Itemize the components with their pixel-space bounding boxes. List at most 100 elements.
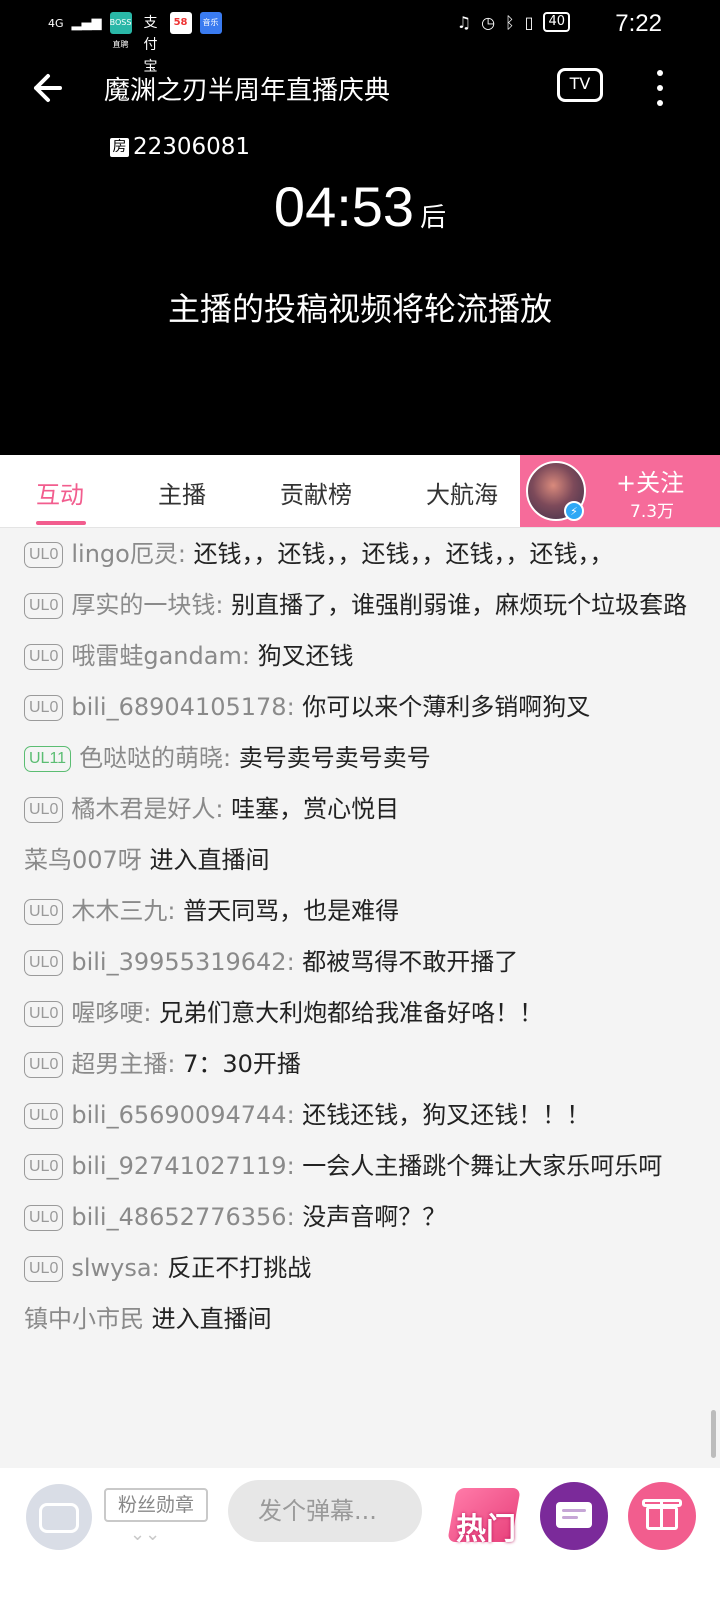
tv-cast-icon[interactable]: TV bbox=[557, 68, 603, 102]
headset-icon: ♫ bbox=[456, 12, 472, 32]
tab-contribution-rank[interactable]: 贡献榜 bbox=[280, 475, 352, 510]
network-indicator: 4G bbox=[48, 16, 64, 30]
chat-username[interactable]: bili_65690094744: bbox=[71, 1101, 294, 1129]
chat-scrollbar[interactable] bbox=[711, 1410, 716, 1458]
user-level-badge: UL0 bbox=[24, 1103, 64, 1129]
replay-notice: 主播的投稿视频将轮流播放 bbox=[167, 290, 552, 328]
alipay-app-icon: 支付宝 bbox=[143, 15, 158, 75]
lightning-icon: ⚡ bbox=[564, 501, 584, 521]
chat-text: 普天同骂，也是难得 bbox=[183, 897, 400, 925]
user-level-badge: UL11 bbox=[24, 746, 72, 772]
status-left: 4G ▂▄▆ BOSS直聘 支付宝 58 音乐 bbox=[48, 12, 222, 75]
gift-button[interactable] bbox=[628, 1482, 696, 1550]
bilibili-tv-icon[interactable] bbox=[26, 1484, 92, 1550]
room-id-value: 22306081 bbox=[133, 134, 251, 160]
chat-username[interactable]: 木木三九: bbox=[71, 897, 175, 925]
countdown-time: 04:53 bbox=[273, 175, 415, 238]
bluetooth-icon: ᛒ bbox=[505, 12, 515, 32]
user-level-badge: UL0 bbox=[24, 1205, 64, 1231]
chat-username[interactable]: 超男主播: bbox=[71, 1050, 175, 1078]
user-level-badge: UL0 bbox=[24, 593, 64, 619]
chat-message[interactable]: UL0 lingo厄灵: 还钱，，还钱，，还钱，，还钱，，还钱，， bbox=[24, 528, 694, 585]
chat-username[interactable]: 哦雷蛙gandam: bbox=[71, 642, 250, 670]
chat-text: 一会人主播跳个舞让大家乐呵乐呵 bbox=[302, 1152, 663, 1180]
chat-message[interactable]: UL0 bili_68904105178: 你可以来个薄利多销啊狗叉 bbox=[24, 687, 694, 738]
chat-message[interactable]: UL0 木木三九: 普天同骂，也是难得 bbox=[24, 891, 694, 942]
chat-message[interactable]: UL0 喔哆哽: 兄弟们意大利炮都给我准备好咯！！ bbox=[24, 993, 694, 1044]
user-level-badge: UL0 bbox=[24, 899, 64, 925]
tab-bar: 互动 主播 贡献榜 大航海 ⚡ +关注 7.3万 bbox=[0, 455, 720, 528]
chat-username[interactable]: slwysa: bbox=[71, 1254, 159, 1282]
chat-message[interactable]: 镇中小市民 进入直播间 bbox=[24, 1299, 694, 1350]
chat-button[interactable] bbox=[540, 1482, 608, 1550]
chat-message[interactable]: UL11 色哒哒的萌晓: 卖号卖号卖号卖号 bbox=[24, 738, 694, 789]
alarm-icon: ◷ bbox=[481, 12, 496, 32]
chat-list[interactable]: UL0 lingo厄灵: 还钱，，还钱，，还钱，，还钱，，还钱，， UL0 厚实的一块… bbox=[0, 528, 720, 1468]
follow-label: +关注 bbox=[616, 469, 685, 497]
chat-message[interactable]: UL0 橘木君是好人: 哇塞，赏心悦目 bbox=[24, 789, 694, 840]
tab-guard[interactable]: 大航海 bbox=[426, 475, 498, 510]
chat-message[interactable]: UL0 厚实的一块钱: 别直播了，谁强削弱谁，麻烦玩个垃圾套路 bbox=[24, 585, 694, 636]
follow-button[interactable]: ⚡ +关注 7.3万 bbox=[520, 455, 720, 527]
user-level-badge: UL0 bbox=[24, 1256, 64, 1282]
chat-username[interactable]: lingo厄灵: bbox=[71, 540, 186, 568]
user-level-badge: UL0 bbox=[24, 1001, 64, 1027]
video-player[interactable]: 4G ▂▄▆ BOSS直聘 支付宝 58 音乐 ♫ ◷ ᛒ ▯ 40 7:22 … bbox=[0, 0, 720, 455]
status-time: 7:22 bbox=[615, 10, 662, 37]
chat-text: 哇塞，赏心悦目 bbox=[231, 795, 400, 823]
music-app-icon: 音乐 bbox=[199, 12, 222, 34]
status-bar: 4G ▂▄▆ BOSS直聘 支付宝 58 音乐 ♫ ◷ ᛒ ▯ 40 7:22 bbox=[0, 0, 720, 75]
chat-message[interactable]: UL0 bili_65690094744: 还钱还钱，狗叉还钱！！！ bbox=[24, 1095, 694, 1146]
back-arrow-icon[interactable] bbox=[30, 68, 66, 108]
hot-label: 热门 bbox=[456, 1512, 516, 1547]
chat-text: 7：30开播 bbox=[183, 1050, 301, 1078]
active-tab-indicator bbox=[36, 521, 86, 525]
chat-text: 卖号卖号卖号卖号 bbox=[238, 744, 431, 772]
chat-username[interactable]: 菜鸟007呀 bbox=[24, 846, 142, 874]
user-level-badge: UL0 bbox=[24, 644, 64, 670]
chat-username[interactable]: 镇中小市民 bbox=[24, 1305, 144, 1333]
chat-text: 还钱，，还钱，，还钱，，还钱，，还钱，， bbox=[193, 540, 614, 568]
signal-icon: ▂▄▆ bbox=[71, 15, 102, 31]
fan-medal-button[interactable]: 粉丝勋章 bbox=[104, 1488, 208, 1522]
danmaku-input[interactable]: 发个弹幕... bbox=[228, 1480, 422, 1542]
chat-message[interactable]: UL0 超男主播: 7：30开播 bbox=[24, 1044, 694, 1095]
room-icon: 房 bbox=[110, 137, 129, 157]
chat-message[interactable]: UL0 bili_39955319642: 都被骂得不敢开播了 bbox=[24, 942, 694, 993]
user-level-badge: UL0 bbox=[24, 1154, 64, 1180]
room-id: 房 22306081 bbox=[110, 134, 250, 160]
chat-message[interactable]: UL0 哦雷蛙gandam: 狗叉还钱 bbox=[24, 636, 694, 687]
chat-message[interactable]: UL0 slwysa: 反正不打挑战 bbox=[24, 1248, 694, 1299]
tab-interaction[interactable]: 互动 bbox=[36, 475, 84, 510]
live-title: 魔渊之刃半周年直播庆典 bbox=[104, 76, 391, 106]
chat-username[interactable]: bili_39955319642: bbox=[71, 948, 294, 976]
hot-button[interactable]: 热门 bbox=[446, 1474, 522, 1554]
user-level-badge: UL0 bbox=[24, 542, 64, 568]
chat-username[interactable]: 橘木君是好人: bbox=[71, 795, 223, 823]
chat-text: 反正不打挑战 bbox=[167, 1254, 312, 1282]
chat-text: 都被骂得不敢开播了 bbox=[302, 948, 519, 976]
chat-text: 你可以来个薄利多销啊狗叉 bbox=[302, 693, 591, 721]
chat-message[interactable]: UL0 bili_92741027119: 一会人主播跳个舞让大家乐呵乐呵 bbox=[24, 1146, 694, 1197]
chat-text: 别直播了，谁强削弱谁，麻烦玩个垃圾套路 bbox=[231, 591, 688, 619]
chat-text: 没声音啊？？ bbox=[302, 1203, 447, 1231]
tab-streamer[interactable]: 主播 bbox=[158, 475, 206, 510]
chat-username[interactable]: 喔哆哽: bbox=[71, 999, 151, 1027]
chat-bubble-icon bbox=[556, 1502, 592, 1528]
chat-text: 进入直播间 bbox=[149, 846, 270, 874]
chat-message[interactable]: 菜鸟007呀 进入直播间 bbox=[24, 840, 694, 891]
chat-username[interactable]: 色哒哒的萌晓: bbox=[79, 744, 231, 772]
58-app-icon: 58 bbox=[169, 12, 192, 34]
chat-username[interactable]: 厚实的一块钱: bbox=[71, 591, 223, 619]
status-right: ♫ ◷ ᛒ ▯ 40 bbox=[457, 12, 570, 32]
tv-face-icon bbox=[39, 1503, 79, 1533]
chat-username[interactable]: bili_92741027119: bbox=[71, 1152, 294, 1180]
chat-username[interactable]: bili_68904105178: bbox=[71, 693, 294, 721]
gift-ribbon-shape bbox=[660, 1499, 663, 1530]
chat-message[interactable]: UL0 bili_48652776356: 没声音啊？？ bbox=[24, 1197, 694, 1248]
chevron-down-icon: ⌄⌄ bbox=[130, 1524, 161, 1545]
user-level-badge: UL0 bbox=[24, 797, 64, 823]
chat-username[interactable]: bili_48652776356: bbox=[71, 1203, 294, 1231]
more-options-icon[interactable] bbox=[650, 70, 670, 110]
boss-app-icon: BOSS直聘 bbox=[109, 12, 132, 49]
